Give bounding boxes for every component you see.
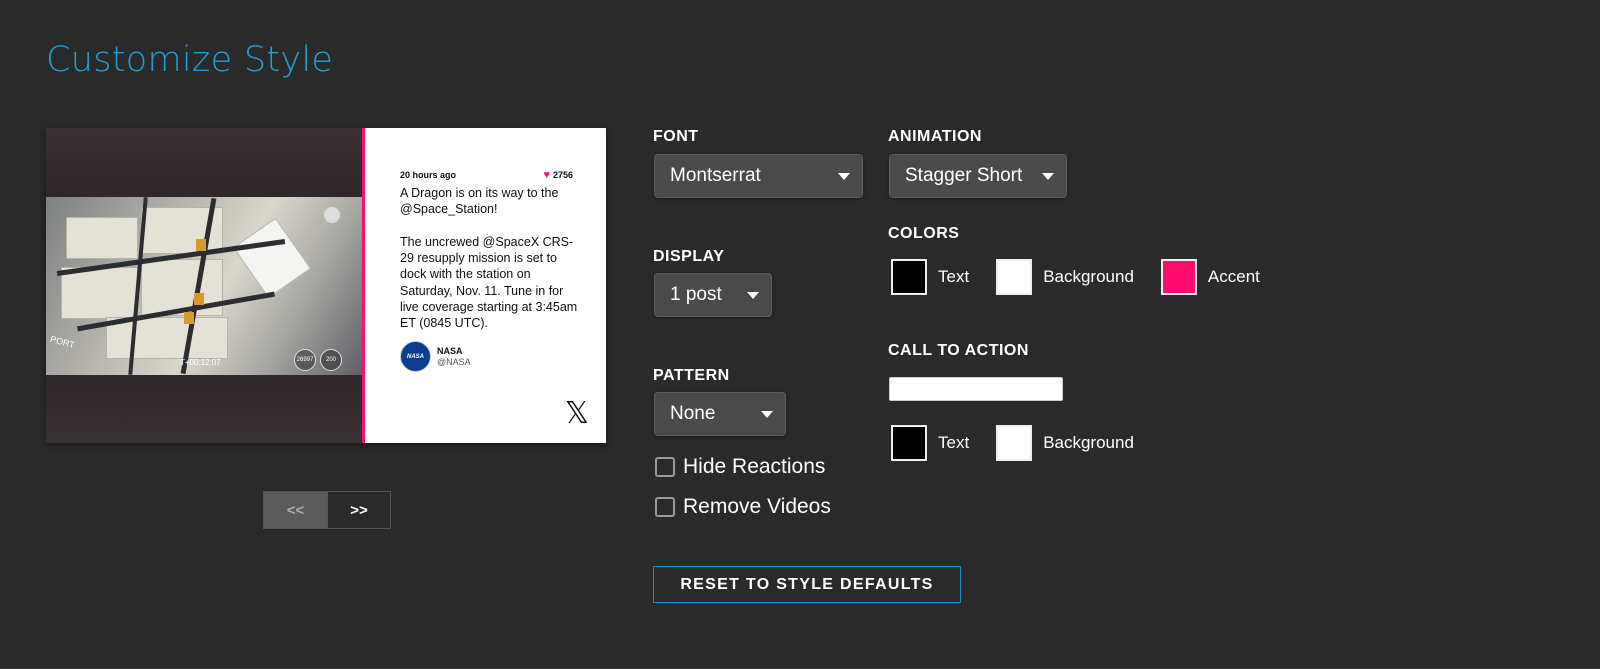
post-text: A Dragon is on its way to the @Space_Sta… <box>400 186 578 331</box>
chevron-down-icon <box>1042 172 1054 180</box>
remove-videos-checkbox[interactable] <box>655 497 675 517</box>
colors-swatches: Text Background Accent <box>891 259 1287 295</box>
background-color-label: Background <box>1043 267 1134 286</box>
accent-color-swatch[interactable] <box>1160 259 1197 295</box>
nasa-watermark-icon <box>324 207 340 223</box>
author-handle: @NASA <box>437 356 471 367</box>
media-video: PORT T+00:12:07 26997 200 <box>46 197 362 375</box>
font-label: FONT <box>653 128 699 145</box>
post-likes: ♥ 2756 <box>543 168 573 181</box>
colors-label: COLORS <box>888 225 960 242</box>
cargo-bag <box>106 317 228 359</box>
author-name: NASA <box>437 345 463 356</box>
x-logo-icon: 𝕏 <box>564 396 589 431</box>
cta-text-color-label: Text <box>938 433 970 452</box>
post-author: NASA NASA @NASA <box>400 341 471 372</box>
chevron-down-icon <box>747 291 759 299</box>
chevron-down-icon <box>761 410 773 418</box>
label-card <box>232 217 312 299</box>
heart-icon: ♥ <box>543 168 550 181</box>
animation-value: Stagger Short <box>905 165 1023 186</box>
cargo-bag <box>61 267 138 319</box>
cargo-tag <box>194 293 204 305</box>
hide-reactions-option[interactable]: Hide Reactions <box>655 455 825 479</box>
cta-background-color-swatch[interactable] <box>996 425 1033 461</box>
post-preview: PORT T+00:12:07 26997 200 20 hours ago ♥… <box>46 128 606 443</box>
display-value: 1 post <box>670 284 722 305</box>
font-select[interactable]: Montserrat <box>654 154 863 198</box>
post-card: 20 hours ago ♥ 2756 A Dragon is on its w… <box>365 128 606 443</box>
cta-background-color-label: Background <box>1043 433 1134 452</box>
remove-videos-option[interactable]: Remove Videos <box>655 495 831 519</box>
display-label: DISPLAY <box>653 248 725 265</box>
cta-text-color-swatch[interactable] <box>891 425 927 461</box>
background-color-swatch[interactable] <box>996 259 1033 295</box>
velocity-gauge: 26997 <box>294 349 316 371</box>
next-button[interactable]: >> <box>327 491 391 529</box>
hide-reactions-checkbox[interactable] <box>655 457 675 477</box>
cta-input[interactable] <box>889 377 1063 401</box>
hide-reactions-label: Hide Reactions <box>683 455 826 478</box>
pattern-value: None <box>670 403 716 424</box>
remove-videos-label: Remove Videos <box>683 495 831 518</box>
cargo-tag <box>184 312 194 324</box>
page-title: Customize Style <box>46 40 334 80</box>
port-label: PORT <box>49 333 76 351</box>
chevron-down-icon <box>838 172 850 180</box>
text-color-swatch[interactable] <box>891 259 927 295</box>
avatar: NASA <box>400 341 431 372</box>
post-time: 20 hours ago <box>400 170 457 180</box>
text-color-label: Text <box>938 267 970 286</box>
preview-pager: << >> <box>263 491 391 529</box>
reset-style-button[interactable]: RESET TO STYLE DEFAULTS <box>653 566 961 603</box>
animation-label: ANIMATION <box>888 128 982 145</box>
cargo-tag <box>196 239 206 251</box>
media-area: PORT T+00:12:07 26997 200 <box>46 128 362 443</box>
cta-swatches: Text Background <box>891 425 1161 461</box>
animation-select[interactable]: Stagger Short <box>889 154 1067 198</box>
timecode: T+00:12:07 <box>180 358 221 367</box>
altitude-gauge: 200 <box>320 349 342 371</box>
cargo-bag <box>66 217 138 259</box>
accent-color-label: Accent <box>1207 267 1260 286</box>
prev-button[interactable]: << <box>263 491 327 529</box>
display-select[interactable]: 1 post <box>654 273 772 317</box>
font-value: Montserrat <box>670 165 761 186</box>
like-count: 2756 <box>552 170 573 180</box>
pattern-label: PATTERN <box>653 367 730 384</box>
pattern-select[interactable]: None <box>654 392 786 436</box>
cta-label: CALL TO ACTION <box>888 342 1029 359</box>
